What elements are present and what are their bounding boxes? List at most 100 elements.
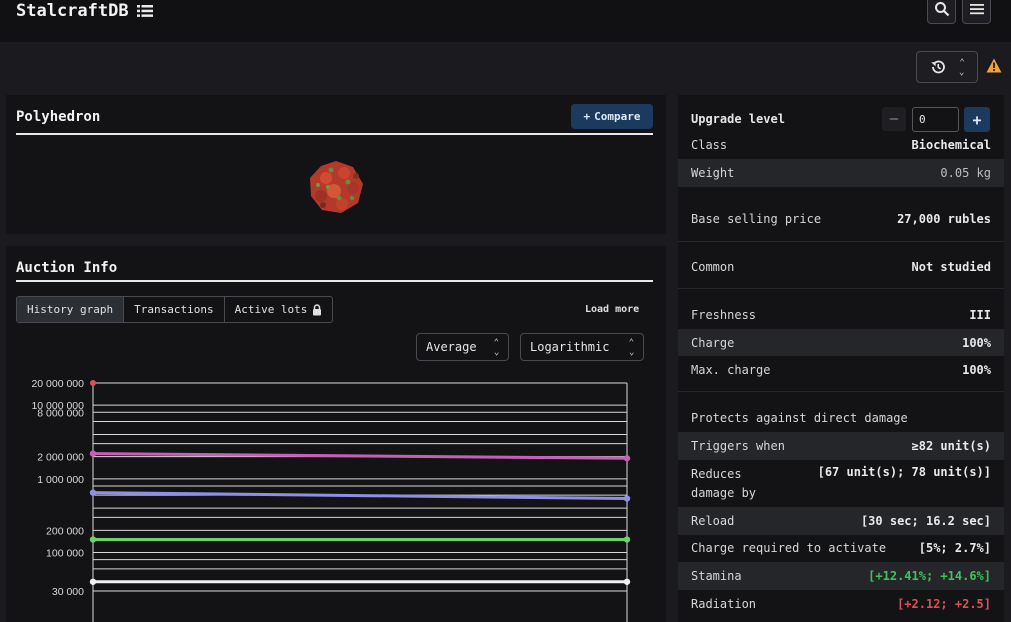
stat-label: Radiation xyxy=(691,597,757,611)
divider xyxy=(678,391,1004,392)
upgrade-level-label: Upgrade level xyxy=(691,112,785,126)
stat-label: Common xyxy=(691,260,735,274)
tab-label: Transactions xyxy=(134,303,214,316)
stat-label: Stamina xyxy=(691,569,742,583)
series-point xyxy=(623,536,631,543)
auction-panel: Auction Info History graph Transactions … xyxy=(6,246,666,622)
stat-label: Charge xyxy=(691,335,735,350)
tab-label: History graph xyxy=(27,303,114,316)
history-icon xyxy=(931,60,946,74)
tab-active-lots[interactable]: Active lots xyxy=(225,297,333,322)
stat-value: III xyxy=(969,308,991,322)
tab-history-graph[interactable]: History graph xyxy=(17,297,125,322)
divider xyxy=(678,241,1004,242)
stat-row-common: Common Not studied xyxy=(678,255,1004,279)
y-tick-label: 1 000 000 xyxy=(37,474,84,486)
stat-label: Reduces damage by xyxy=(691,467,757,500)
y-tick-label: 8 000 000 xyxy=(37,407,84,419)
warning-icon[interactable] xyxy=(986,58,1002,73)
stat-value: [30 sec; 16.2 sec] xyxy=(860,514,991,528)
series-line xyxy=(92,452,628,460)
stat-row-charge: Charge 100% xyxy=(678,329,1004,356)
top-bar: StalcraftDB xyxy=(0,0,1011,42)
series-point xyxy=(89,450,97,457)
item-name: Polyhedron xyxy=(16,109,101,125)
stat-value: 100% xyxy=(962,363,991,377)
divider xyxy=(16,280,653,282)
series-point xyxy=(90,380,96,386)
series-point xyxy=(89,578,97,585)
stat-row-radiation: Radiation [+2.12; +2.5] xyxy=(678,592,1004,616)
upgrade-decrement-button[interactable]: — xyxy=(882,107,906,131)
load-more-link[interactable]: Load more xyxy=(585,304,639,315)
stat-row-freshness: Freshness III xyxy=(678,303,1004,327)
stat-label: Base selling price xyxy=(691,212,822,226)
menu-button[interactable] xyxy=(962,0,991,24)
series-point xyxy=(89,489,97,496)
brand[interactable]: StalcraftDB xyxy=(16,0,153,22)
updown-icon: ⌃ ⌃ xyxy=(628,338,634,357)
updown-icon: ⌃ ⌃ xyxy=(959,58,965,77)
series-point xyxy=(89,536,97,543)
plus-icon: + xyxy=(583,110,591,123)
stat-value: 100% xyxy=(962,335,991,350)
list-icon[interactable] xyxy=(136,4,153,18)
compare-button[interactable]: + Compare xyxy=(571,104,653,129)
stat-label: Triggers when xyxy=(691,439,785,453)
select-value: Logarithmic xyxy=(530,340,610,354)
stat-row-class: Class Biochemical xyxy=(678,135,1004,154)
stat-row-charge-required: Charge required to activate [5%; 2.7%] xyxy=(678,536,1004,560)
stat-label: Class xyxy=(691,137,728,152)
stat-row-triggers: Triggers when ≥82 unit(s) xyxy=(678,432,1004,460)
item-image xyxy=(310,161,363,213)
upgrade-level-input[interactable] xyxy=(912,107,959,132)
series-point xyxy=(623,578,631,585)
compare-label: Compare xyxy=(594,110,641,123)
stat-label: Freshness xyxy=(691,308,757,322)
auction-title: Auction Info xyxy=(16,260,118,276)
stat-row-stamina: Stamina [+12.41%; +14.6%] xyxy=(678,562,1004,590)
stat-label: Reload xyxy=(691,514,735,528)
stat-label: Protects against direct damage xyxy=(691,411,908,425)
stat-row-base-price: Base selling price 27,000 rubles xyxy=(678,207,1004,231)
stat-label: Weight xyxy=(691,166,735,180)
y-tick-label: 30 000 xyxy=(52,586,84,598)
app-title[interactable]: StalcraftDB xyxy=(16,1,129,21)
aggregate-select[interactable]: Average ⌃ ⌃ xyxy=(416,333,509,361)
y-tick-label: 2 000 000 xyxy=(37,452,84,464)
stat-value: ≥82 unit(s) xyxy=(911,439,991,453)
stat-row-reload: Reload [30 sec; 16.2 sec] xyxy=(678,507,1004,535)
scale-select[interactable]: Logarithmic ⌃ ⌃ xyxy=(520,333,644,361)
stat-value: Biochemical xyxy=(911,137,991,152)
price-history-chart[interactable]: 20 000 00010 000 0008 000 0002 000 0001 … xyxy=(6,366,666,622)
stat-value: 0.05 kg xyxy=(940,166,991,180)
stat-value: 27,000 rubles xyxy=(897,212,991,226)
lock-icon xyxy=(313,303,322,315)
tab-label: Active lots xyxy=(234,303,308,316)
select-value: Average xyxy=(426,340,477,354)
stat-row-max-charge: Max. charge 100% xyxy=(678,358,1004,382)
auction-tabs: History graph Transactions Active lots xyxy=(16,296,334,323)
divider xyxy=(678,288,1004,289)
divider xyxy=(16,133,653,135)
updown-icon: ⌃ ⌃ xyxy=(493,338,499,357)
y-tick-label: 100 000 xyxy=(46,547,84,559)
stat-value: [5%; 2.7%] xyxy=(918,541,991,555)
stat-row-weight: Weight 0.05 kg xyxy=(678,159,1004,187)
stat-row-reduces-damage: Reduces damage by [67 unit(s); 78 unit(s… xyxy=(678,462,1004,502)
search-button[interactable] xyxy=(927,0,956,24)
upgrade-increment-button[interactable]: + xyxy=(964,107,990,132)
y-tick-label: 200 000 xyxy=(46,525,84,537)
stat-value: [+12.41%; +14.6%] xyxy=(868,569,991,583)
tab-transactions[interactable]: Transactions xyxy=(124,297,225,322)
hamburger-icon xyxy=(969,4,984,15)
version-select[interactable]: ⌃ ⌃ xyxy=(916,51,978,83)
stat-label: Max. charge xyxy=(691,363,771,377)
y-tick-label: 20 000 000 xyxy=(31,378,84,390)
stat-row-protects: Protects against direct damage xyxy=(678,406,1004,430)
series-point xyxy=(623,495,631,502)
stat-value: [67 unit(s); 78 unit(s)] xyxy=(817,465,991,479)
stat-label: Charge required to activate xyxy=(691,541,887,555)
stat-value: [+2.12; +2.5] xyxy=(897,597,991,611)
search-icon xyxy=(934,2,949,17)
